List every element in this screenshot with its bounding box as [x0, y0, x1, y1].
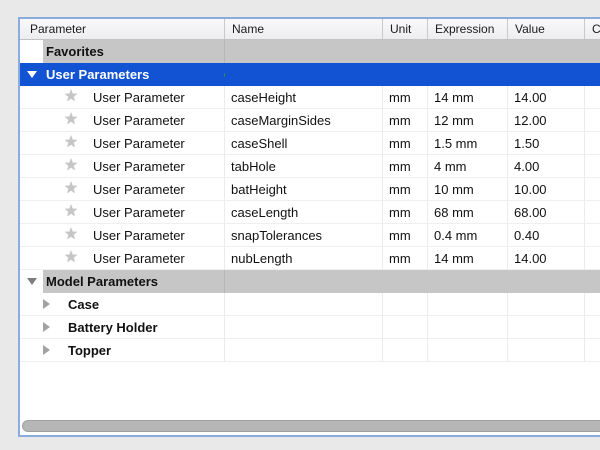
section-row-model-parameters[interactable]: Model Parameters	[20, 270, 600, 293]
parameter-row-casemarginsides[interactable]: ★ User Parameter caseMarginSidesmm12 mm12.…	[20, 109, 600, 132]
favorite-star-icon[interactable]: ★	[62, 112, 80, 128]
expression-cell[interactable]: 68 mm	[428, 201, 508, 224]
favorite-star-icon[interactable]: ★	[62, 89, 80, 105]
add-user-parameter-button[interactable]	[224, 68, 225, 81]
table-body: Favorites User Parameters ★ User Parameter c…	[20, 40, 600, 362]
favorite-star-icon[interactable]: ★	[62, 181, 80, 197]
value-cell: 10.00	[508, 178, 585, 201]
section-label-cell: Favorites	[43, 40, 225, 63]
row-label: Model Parameters	[46, 274, 158, 289]
value-cell: 1.50	[508, 132, 585, 155]
unit-cell: mm	[383, 201, 428, 224]
column-header-parameter[interactable]: Parameter	[20, 19, 225, 39]
parameter-row-tabhole[interactable]: ★ User Parameter tabHolemm4 mm4.00	[20, 155, 600, 178]
parameter-type-label: User Parameter	[93, 113, 185, 128]
table-header-row: Parameter Name Unit Expression Value C	[20, 19, 600, 40]
expression-cell[interactable]: 10 mm	[428, 178, 508, 201]
parameter-name-cell: caseLength	[225, 201, 383, 224]
parameter-type-label: User Parameter	[93, 159, 185, 174]
unit-cell: mm	[383, 224, 428, 247]
value-cell: 4.00	[508, 155, 585, 178]
parameter-name-cell: snapTolerances	[225, 224, 383, 247]
parameter-name-cell: caseMarginSides	[225, 109, 383, 132]
parameter-row-batheight[interactable]: ★ User Parameter batHeightmm10 mm10.00	[20, 178, 600, 201]
column-header-name[interactable]: Name	[225, 19, 383, 39]
parameter-type-label: User Parameter	[93, 251, 185, 266]
parameter-type-label: User Parameter	[93, 136, 185, 151]
row-label: User Parameters	[46, 67, 149, 82]
parameter-type-label: User Parameter	[93, 228, 185, 243]
favorite-star-icon[interactable]: ★	[62, 158, 80, 174]
expression-cell[interactable]: 1.5 mm	[428, 132, 508, 155]
expression-cell[interactable]: 4 mm	[428, 155, 508, 178]
column-header-unit[interactable]: Unit	[383, 19, 428, 39]
disclosure-collapsed-icon[interactable]	[43, 322, 50, 332]
section-label-cell: Model Parameters	[43, 270, 225, 293]
subsection-row-battery-holder[interactable]: Battery Holder	[20, 316, 600, 339]
parameter-type-label: User Parameter	[93, 205, 185, 220]
favorite-star-icon[interactable]: ★	[62, 250, 80, 266]
tree-indent	[20, 40, 43, 63]
unit-cell: mm	[383, 86, 428, 109]
unit-cell: mm	[383, 132, 428, 155]
expression-cell[interactable]: 14 mm	[428, 86, 508, 109]
parameters-table-panel: Parameter Name Unit Expression Value C F…	[18, 17, 600, 437]
row-label: Case	[68, 297, 99, 312]
value-cell: 0.40	[508, 224, 585, 247]
disclosure-collapsed-icon[interactable]	[43, 299, 50, 309]
tree-indent	[20, 63, 43, 86]
value-cell: 14.00	[508, 86, 585, 109]
unit-cell: mm	[383, 247, 428, 270]
column-header-expression[interactable]: Expression	[428, 19, 508, 39]
section-row-favorites[interactable]: Favorites	[20, 40, 600, 63]
parameter-type-label: User Parameter	[93, 90, 185, 105]
horizontal-scrollbar-thumb[interactable]	[22, 420, 600, 432]
column-header-comments[interactable]: C	[585, 19, 600, 39]
parameter-name-cell: caseShell	[225, 132, 383, 155]
disclosure-collapsed-icon[interactable]	[43, 345, 50, 355]
section-row-user-parameters[interactable]: User Parameters	[20, 63, 600, 86]
parameter-row-nublength[interactable]: ★ User Parameter nubLengthmm14 mm14.00	[20, 247, 600, 270]
parameter-name-cell: nubLength	[225, 247, 383, 270]
section-label-cell: User Parameters	[43, 63, 225, 86]
disclosure-expanded-icon[interactable]	[27, 278, 37, 285]
value-cell: 68.00	[508, 201, 585, 224]
parameter-row-snaptolerances[interactable]: ★ User Parameter snapTolerancesmm0.4 mm0.4…	[20, 224, 600, 247]
value-cell: 12.00	[508, 109, 585, 132]
parameter-row-caseheight[interactable]: ★ User Parameter caseHeightmm14 mm14.00	[20, 86, 600, 109]
parameter-type-label: User Parameter	[93, 182, 185, 197]
tree-indent	[20, 270, 43, 293]
expression-cell[interactable]: 0.4 mm	[428, 224, 508, 247]
parameter-name-cell: tabHole	[225, 155, 383, 178]
favorite-star-icon[interactable]: ★	[62, 204, 80, 220]
expression-cell[interactable]: 12 mm	[428, 109, 508, 132]
favorite-star-icon[interactable]: ★	[62, 227, 80, 243]
favorite-star-icon[interactable]: ★	[62, 135, 80, 151]
unit-cell: mm	[383, 155, 428, 178]
subsection-row-case[interactable]: Case	[20, 293, 600, 316]
disclosure-expanded-icon[interactable]	[27, 71, 37, 78]
row-label: Battery Holder	[68, 320, 158, 335]
unit-cell: mm	[383, 178, 428, 201]
horizontal-scrollbar-track[interactable]	[20, 417, 600, 435]
parameter-row-caseshell[interactable]: ★ User Parameter caseShellmm1.5 mm1.50	[20, 132, 600, 155]
expression-cell[interactable]: 14 mm	[428, 247, 508, 270]
subsection-row-topper[interactable]: Topper	[20, 339, 600, 362]
parameter-name-cell: caseHeight	[225, 86, 383, 109]
row-label: Favorites	[46, 44, 104, 59]
unit-cell: mm	[383, 109, 428, 132]
parameter-row-caselength[interactable]: ★ User Parameter caseLengthmm68 mm68.00	[20, 201, 600, 224]
row-label: Topper	[68, 343, 111, 358]
value-cell: 14.00	[508, 247, 585, 270]
parameter-name-cell: batHeight	[225, 178, 383, 201]
column-header-value[interactable]: Value	[508, 19, 585, 39]
